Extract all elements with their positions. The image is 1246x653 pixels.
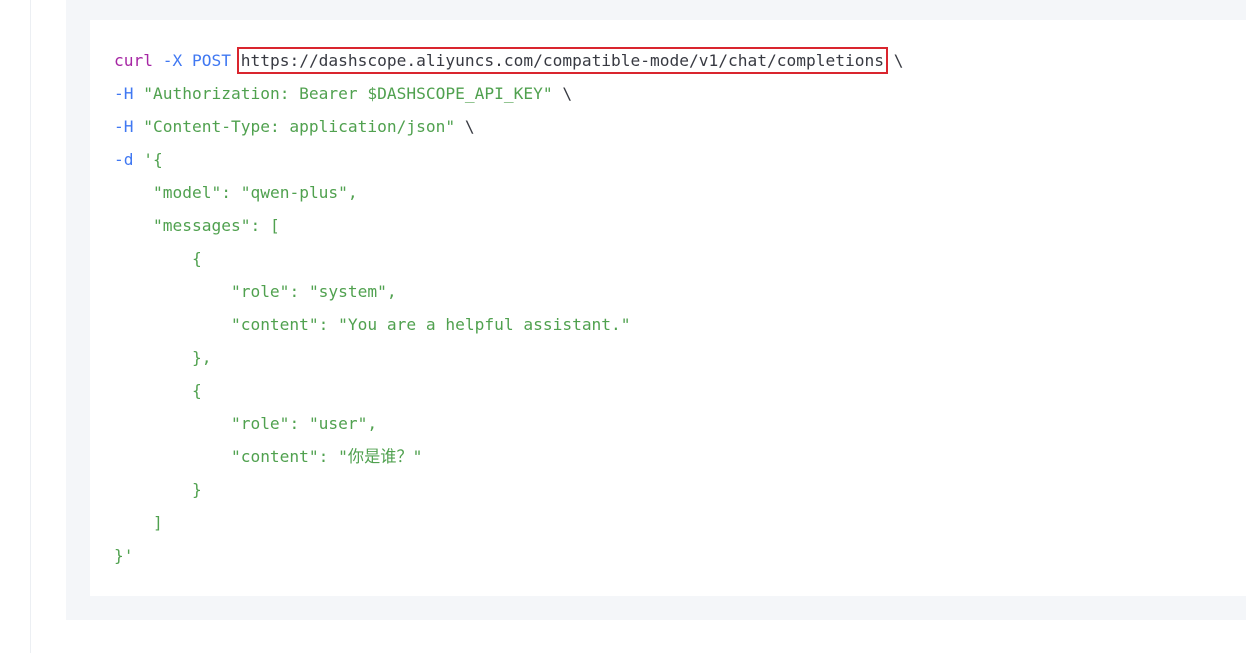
- line-continuation: \: [464, 117, 475, 136]
- code-line-5: "model": "qwen-plus",: [114, 176, 358, 209]
- json-key-role: "role": [230, 282, 290, 301]
- json-colon: :: [289, 282, 309, 301]
- flag-d: -d: [114, 150, 134, 169]
- flag-h: -H: [114, 117, 134, 136]
- code-line-3: -H "Content-Type: application/json" \: [114, 110, 475, 143]
- code-line-14: }: [114, 473, 202, 506]
- code-line-12: "role": "user",: [114, 407, 377, 440]
- json-key-messages: "messages": [152, 216, 251, 235]
- code-line-1: curl -X POST https://dashscope.aliyuncs.…: [114, 44, 903, 77]
- json-key-content: "content": [230, 315, 319, 334]
- json-value-user-content: "你是谁？": [338, 447, 423, 466]
- curl-command: curl: [114, 51, 153, 70]
- code-line-13: "content": "你是谁？": [114, 440, 422, 473]
- json-value-system-content: "You are a helpful assistant.": [338, 315, 631, 334]
- content-type-header: "Content-Type: application/json": [143, 117, 456, 136]
- json-colon: :: [289, 414, 309, 433]
- json-colon: :: [318, 447, 339, 466]
- json-comma: ,: [367, 414, 378, 433]
- flag-h: -H: [114, 84, 134, 103]
- json-value-role-system: "system": [308, 282, 387, 301]
- json-array-open: [: [269, 216, 280, 235]
- json-value-model: "qwen-plus": [240, 183, 348, 202]
- json-colon: :: [221, 183, 241, 202]
- code-line-10: },: [114, 341, 212, 374]
- code-line-8: "role": "system",: [114, 275, 397, 308]
- json-open: '{: [143, 150, 163, 169]
- code-line-11: {: [114, 374, 202, 407]
- authorization-header: "Authorization: Bearer $DASHSCOPE_API_KE…: [143, 84, 553, 103]
- json-comma: ,: [347, 183, 358, 202]
- json-close: }': [114, 546, 134, 565]
- code-line-7: {: [114, 242, 202, 275]
- left-divider: [30, 0, 31, 653]
- line-continuation: \: [893, 51, 904, 70]
- json-object-close: }: [191, 480, 202, 499]
- code-line-16: }': [114, 539, 134, 572]
- code-line-9: "content": "You are a helpful assistant.…: [114, 308, 631, 341]
- json-array-close: ]: [152, 513, 163, 532]
- json-object-open: {: [191, 381, 202, 400]
- json-object-open: {: [191, 249, 202, 268]
- code-panel: curl -X POST https://dashscope.aliyuncs.…: [66, 0, 1246, 620]
- line-continuation: \: [562, 84, 573, 103]
- json-key-model: "model": [152, 183, 222, 202]
- http-method: POST: [191, 51, 231, 70]
- code-line-4: -d '{: [114, 143, 163, 176]
- json-comma: ,: [386, 282, 397, 301]
- json-value-role-user: "user": [308, 414, 368, 433]
- flag-x: -X: [162, 51, 183, 70]
- json-object-close: },: [191, 348, 212, 367]
- code-line-2: -H "Authorization: Bearer $DASHSCOPE_API…: [114, 77, 572, 110]
- code-line-15: ]: [114, 506, 163, 539]
- code-block: curl -X POST https://dashscope.aliyuncs.…: [90, 20, 1246, 596]
- json-key-content: "content": [230, 447, 319, 466]
- endpoint-url-highlighted: https://dashscope.aliyuncs.com/compatibl…: [236, 47, 888, 74]
- json-colon: :: [318, 315, 339, 334]
- json-colon: :: [250, 216, 270, 235]
- json-key-role: "role": [230, 414, 290, 433]
- code-line-6: "messages": [: [114, 209, 280, 242]
